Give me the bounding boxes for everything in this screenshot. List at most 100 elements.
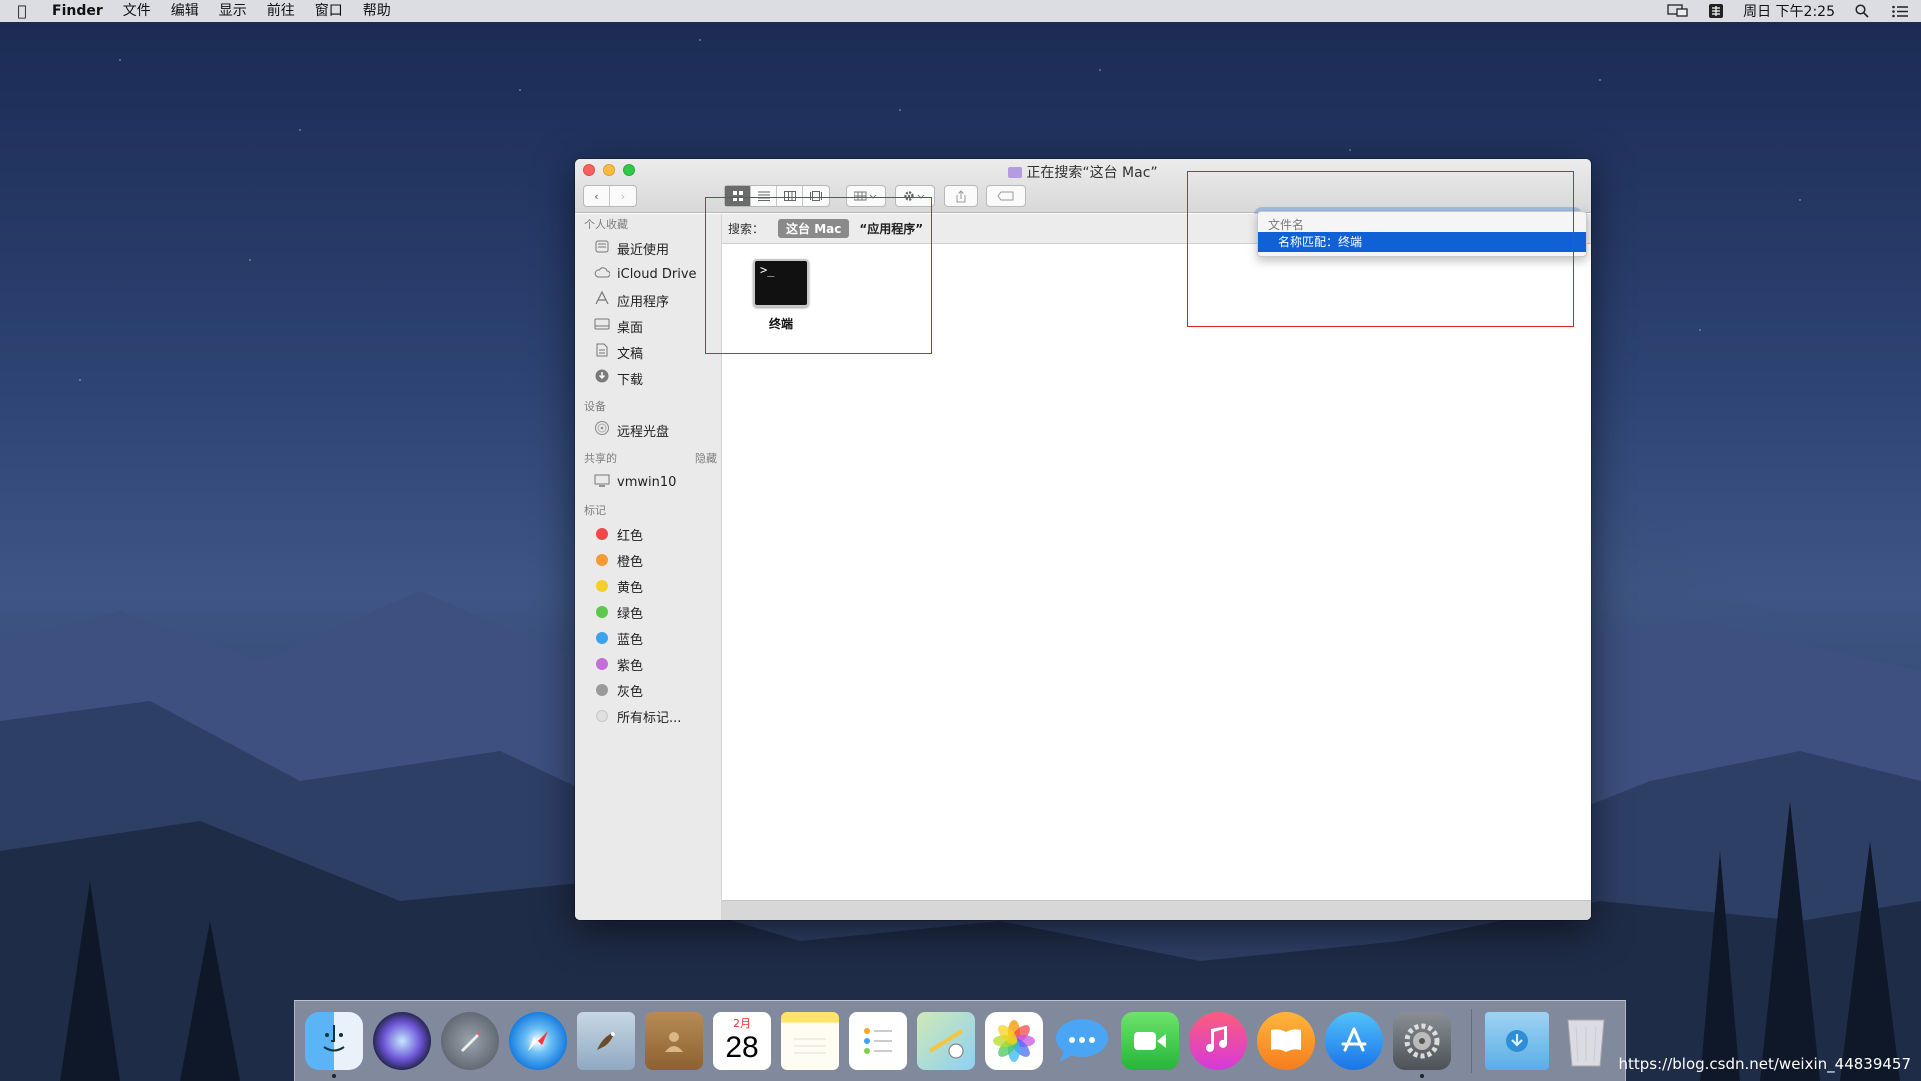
menu-go[interactable]: 前往 [257, 0, 305, 22]
menu-window[interactable]: 窗口 [305, 0, 353, 22]
screen-mirroring-icon[interactable] [1667, 3, 1689, 19]
horizontal-scrollbar[interactable] [722, 900, 1591, 920]
launchpad-dock-icon[interactable] [441, 1012, 499, 1070]
spotlight-search-icon[interactable] [1851, 3, 1873, 19]
sidebar-item-label: vmwin10 [617, 474, 677, 490]
forward-button[interactable]: › [610, 186, 636, 206]
scope-this-mac-button[interactable]: 这台 Mac [778, 219, 850, 238]
menu-bar:  Finder 文件 编辑 显示 前往 窗口 帮助 周日 下午2:25 [0, 0, 1921, 22]
photos-dock-icon[interactable] [985, 1012, 1043, 1070]
all-tags-icon [596, 710, 608, 722]
gallery-view-icon[interactable] [803, 186, 829, 206]
result-item-terminal[interactable]: >_ 终端 [746, 259, 816, 332]
system-preferences-running-indicator [1420, 1074, 1424, 1078]
smart-folder-icon [1008, 167, 1023, 178]
calendar-dock-icon[interactable]: 2月 28 [713, 1012, 771, 1070]
sidebar-all-tags[interactable]: 所有标记... [575, 703, 721, 729]
sidebar-tag-orange[interactable]: 橙色 [575, 547, 721, 573]
menu-edit[interactable]: 编辑 [161, 0, 209, 22]
sidebar-item-desktop[interactable]: 桌面 [575, 313, 721, 339]
sidebar-tag-purple[interactable]: 紫色 [575, 651, 721, 677]
group-grid-icon [854, 191, 877, 201]
itunes-dock-icon[interactable] [1189, 1012, 1247, 1070]
sidebar-header-shared: 共享的 隐藏 [575, 449, 721, 469]
sidebar-tag-green[interactable]: 绿色 [575, 599, 721, 625]
system-preferences-dock-icon[interactable] [1393, 1012, 1451, 1070]
share-button[interactable] [944, 185, 978, 207]
sidebar-header-shared-label: 共享的 [584, 452, 617, 465]
sidebar-item-label: 橙色 [617, 554, 644, 570]
desktop-icon [593, 318, 611, 334]
icon-view-icon[interactable] [725, 186, 751, 206]
computer-icon [593, 474, 611, 491]
sidebar-item-label: iCloud Drive [617, 266, 697, 282]
window-title-text: 正在搜索“这台 Mac” [1026, 165, 1158, 181]
sidebar-item-recents[interactable]: 最近使用 [575, 235, 721, 261]
maps-dock-icon[interactable] [917, 1012, 975, 1070]
action-gear-button[interactable] [895, 185, 935, 207]
suggestions-header: 文件名 [1268, 218, 1305, 232]
green-tag-dot-icon [596, 606, 608, 618]
facetime-dock-icon[interactable] [1121, 1012, 1179, 1070]
apple-menu-icon[interactable]:  [0, 2, 44, 20]
notes-dock-icon[interactable] [781, 1012, 839, 1070]
sidebar-item-label: 黄色 [617, 580, 644, 596]
menu-clock[interactable]: 周日 下午2:25 [1743, 1, 1835, 21]
edit-tags-button[interactable] [986, 185, 1026, 207]
input-method-icon[interactable] [1705, 3, 1727, 19]
sidebar-item-label: 应用程序 [617, 294, 670, 310]
messages-dock-icon[interactable] [1053, 1012, 1111, 1070]
sidebar-item-label: 红色 [617, 528, 644, 544]
tag-icon [997, 191, 1014, 201]
siri-dock-icon[interactable] [373, 1012, 431, 1070]
gear-icon [904, 191, 925, 201]
sidebar-item-remote-disc[interactable]: 远程光盘 [575, 417, 721, 443]
watermark-url: https://blog.csdn.net/weixin_44839457 [1618, 1055, 1911, 1073]
app-store-dock-icon[interactable] [1325, 1012, 1383, 1070]
sidebar-item-documents[interactable]: 文稿 [575, 339, 721, 365]
reminders-dock-icon[interactable] [849, 1012, 907, 1070]
suggestion-name-match[interactable]: 名称匹配：终端 [1258, 232, 1586, 252]
terminal-icon: >_ [753, 259, 809, 307]
back-button[interactable]: ‹ [584, 186, 610, 206]
document-icon [593, 343, 611, 361]
menu-file[interactable]: 文件 [113, 0, 161, 22]
sidebar-header-favorites: 个人收藏 [584, 218, 628, 231]
column-view-icon[interactable] [777, 186, 803, 206]
toolbar: ‹ › [575, 185, 1591, 234]
list-view-icon[interactable] [751, 186, 777, 206]
notification-center-icon[interactable] [1889, 3, 1911, 19]
menu-view[interactable]: 显示 [209, 0, 257, 22]
sidebar-item-label: 绿色 [617, 606, 644, 622]
sidebar-item-vmwin10[interactable]: vmwin10 [575, 469, 721, 495]
finder-dock-icon[interactable] [305, 1012, 363, 1070]
finder-running-indicator [332, 1074, 336, 1078]
nav-buttons: ‹ › [583, 185, 637, 207]
window-title: 正在搜索“这台 Mac” [575, 162, 1591, 182]
mail-eagle-dock-icon[interactable] [577, 1012, 635, 1070]
sidebar-item-icloud-drive[interactable]: iCloud Drive [575, 261, 721, 287]
results-area: 搜索： 这台 Mac “应用程序” >_ 终端 [722, 214, 1591, 920]
sidebar-item-label: 紫色 [617, 658, 644, 674]
menu-help[interactable]: 帮助 [353, 0, 401, 22]
sidebar-tag-yellow[interactable]: 黄色 [575, 573, 721, 599]
downloads-stack-dock-icon[interactable] [1485, 1012, 1549, 1070]
books-dock-icon[interactable] [1257, 1012, 1315, 1070]
group-by-button[interactable] [846, 185, 886, 207]
menu-app-finder[interactable]: Finder [44, 0, 113, 22]
trash-dock-icon[interactable] [1557, 1012, 1615, 1070]
sidebar-tag-gray[interactable]: 灰色 [575, 677, 721, 703]
result-item-label: 终端 [768, 317, 793, 331]
safari-dock-icon[interactable] [509, 1012, 567, 1070]
scope-label: 搜索： [728, 222, 765, 236]
scope-applications-button[interactable]: “应用程序” [859, 220, 923, 237]
title-bar: 正在搜索“这台 Mac” ‹ › [575, 159, 1591, 234]
contacts-dock-icon[interactable] [645, 1012, 703, 1070]
sidebar-item-applications[interactable]: 应用程序 [575, 287, 721, 313]
sidebar-item-downloads[interactable]: 下载 [575, 365, 721, 391]
download-icon [593, 369, 611, 387]
sidebar-tag-red[interactable]: 红色 [575, 521, 721, 547]
hide-shared-button[interactable]: 隐藏 [695, 449, 717, 469]
sidebar-tag-blue[interactable]: 蓝色 [575, 625, 721, 651]
sidebar-item-label: 灰色 [617, 684, 644, 700]
